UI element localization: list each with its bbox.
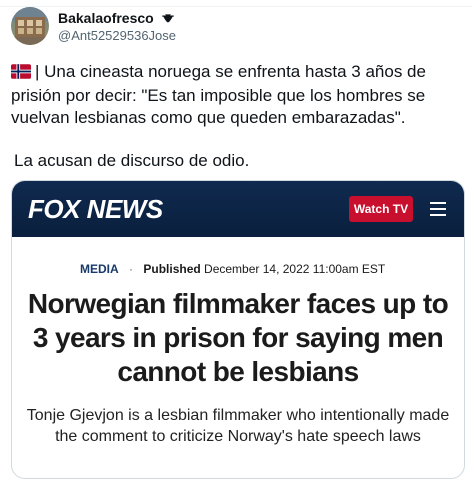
published-date: December 14, 2022 11:00am EST	[204, 262, 386, 276]
tweet-text-body: | Una cineasta noruega se enfrenta hasta…	[11, 62, 426, 127]
meta-separator: ·	[129, 262, 134, 276]
fox-news-logo-text: FOX NEWS	[28, 194, 163, 224]
watch-tv-button[interactable]: Watch TV	[349, 196, 413, 222]
tweet-text-line-2: La acusan de discurso de odio.	[14, 151, 250, 170]
article-subhead: Tonje Gjevjon is a lesbian filmmaker who…	[26, 407, 450, 445]
author-handle[interactable]: @Ant52529536Jose	[58, 28, 176, 43]
fox-news-logo[interactable]: FOX NEWS	[28, 195, 163, 223]
avatar[interactable]	[11, 7, 49, 45]
link-preview-card[interactable]: FOX NEWS Watch TV MEDIA · Published Dece…	[11, 180, 465, 479]
published-label: Published	[143, 262, 201, 276]
article-meta: MEDIA · Published December 14, 2022 11:0…	[80, 262, 385, 276]
article-headline[interactable]: Norwegian filmmaker faces up to 3 years …	[22, 287, 454, 389]
fox-news-header: FOX NEWS Watch TV	[12, 181, 464, 237]
article-category[interactable]: MEDIA	[80, 262, 119, 276]
tweet-text: | Una cineasta noruega se enfrenta hasta…	[11, 61, 463, 129]
hamburger-menu-icon[interactable]	[430, 202, 446, 216]
previous-tweet-edge	[0, 0, 472, 7]
twitter-verified-icon	[161, 12, 175, 28]
avatar-image	[11, 7, 49, 45]
tweet[interactable]: Bakalaofresco @Ant52529536Jose | Una cin…	[0, 0, 472, 480]
author-display-name[interactable]: Bakalaofresco	[58, 10, 175, 28]
norway-flag-icon	[11, 63, 31, 85]
author-display-name-text[interactable]: Bakalaofresco	[58, 10, 154, 26]
